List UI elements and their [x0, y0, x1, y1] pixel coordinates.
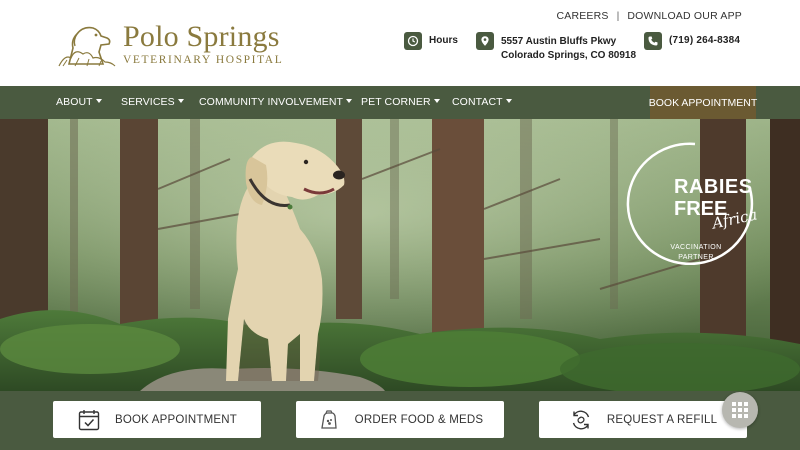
nav-item-services[interactable]: SERVICES [121, 96, 184, 108]
top-links-divider: | [616, 10, 620, 22]
grid-menu-button[interactable] [722, 392, 758, 428]
grid-menu-icon [732, 402, 748, 418]
site-header: Polo Springs VETERINARY HOSPITAL CAREERS… [0, 0, 800, 86]
map-pin-icon [476, 32, 494, 50]
caret-down-icon [505, 99, 512, 103]
nav-item-community-involvement[interactable]: COMMUNITY INVOLVEMENT [199, 96, 353, 108]
address-line-2: Colorado Springs, CO 80918 [501, 50, 637, 61]
caret-down-icon [95, 99, 102, 103]
phone-number: (719) 264-8384 [669, 35, 741, 46]
site-logo[interactable]: Polo Springs VETERINARY HOSPITAL [55, 18, 282, 70]
badge-line-1: RABIES [674, 176, 753, 198]
request-refill-label: REQUEST A REFILL [606, 413, 718, 426]
top-links: CAREERS | DOWNLOAD OUR APP [556, 10, 742, 22]
logo-title: Polo Springs [123, 20, 280, 53]
address-link[interactable]: 5557 Austin Bluffs Pkwy Colorado Springs… [476, 32, 636, 63]
hours-link[interactable]: Hours [404, 32, 458, 50]
request-refill-button[interactable]: REQUEST A REFILL [539, 401, 747, 438]
address-line-1: 5557 Austin Bluffs Pkwy [501, 36, 617, 47]
hero-banner: RABIES FREE Africa VACCINATION PARTNER [0, 119, 800, 391]
nav-item-pet-corner[interactable]: PET CORNER [361, 96, 440, 108]
badge-caption-line-1: VACCINATION [670, 244, 722, 251]
careers-link[interactable]: CAREERS [556, 10, 608, 22]
book-appointment-label: BOOK APPOINTMENT [114, 413, 238, 426]
badge-caption: VACCINATION PARTNER [646, 243, 746, 263]
nav-item-label: CONTACT [452, 96, 503, 108]
nav-item-label: SERVICES [121, 96, 175, 108]
badge-caption-line-2: PARTNER [678, 254, 714, 261]
caret-down-icon [433, 99, 440, 103]
order-food-meds-button[interactable]: ORDER FOOD & MEDS [296, 401, 504, 438]
book-appointment-button[interactable]: BOOK APPOINTMENT [53, 401, 261, 438]
nav-item-label: ABOUT [56, 96, 93, 108]
hours-label: Hours [429, 35, 458, 46]
calendar-check-icon [77, 408, 101, 432]
caret-down-icon [346, 99, 353, 103]
nav-item-contact[interactable]: CONTACT [452, 96, 512, 108]
nav-item-about[interactable]: ABOUT [56, 96, 102, 108]
caret-down-icon [177, 99, 184, 103]
refill-icon [569, 408, 593, 432]
nav-item-label: COMMUNITY INVOLVEMENT [199, 96, 344, 108]
pet-food-icon [317, 408, 341, 432]
dog-logo-icon [58, 26, 116, 67]
logo-subtitle: VETERINARY HOSPITAL [123, 54, 284, 66]
phone-link[interactable]: (719) 264-8384 [644, 32, 740, 50]
nav-item-label: PET CORNER [361, 96, 431, 108]
download-app-link[interactable]: DOWNLOAD OUR APP [627, 10, 742, 22]
phone-icon [644, 32, 662, 50]
clock-icon [404, 32, 422, 50]
nav-book-appointment-button[interactable]: BOOK APPOINTMENT [649, 86, 757, 119]
rabies-free-badge[interactable]: RABIES FREE Africa VACCINATION PARTNER [646, 146, 772, 264]
order-food-meds-label: ORDER FOOD & MEDS [354, 413, 484, 426]
